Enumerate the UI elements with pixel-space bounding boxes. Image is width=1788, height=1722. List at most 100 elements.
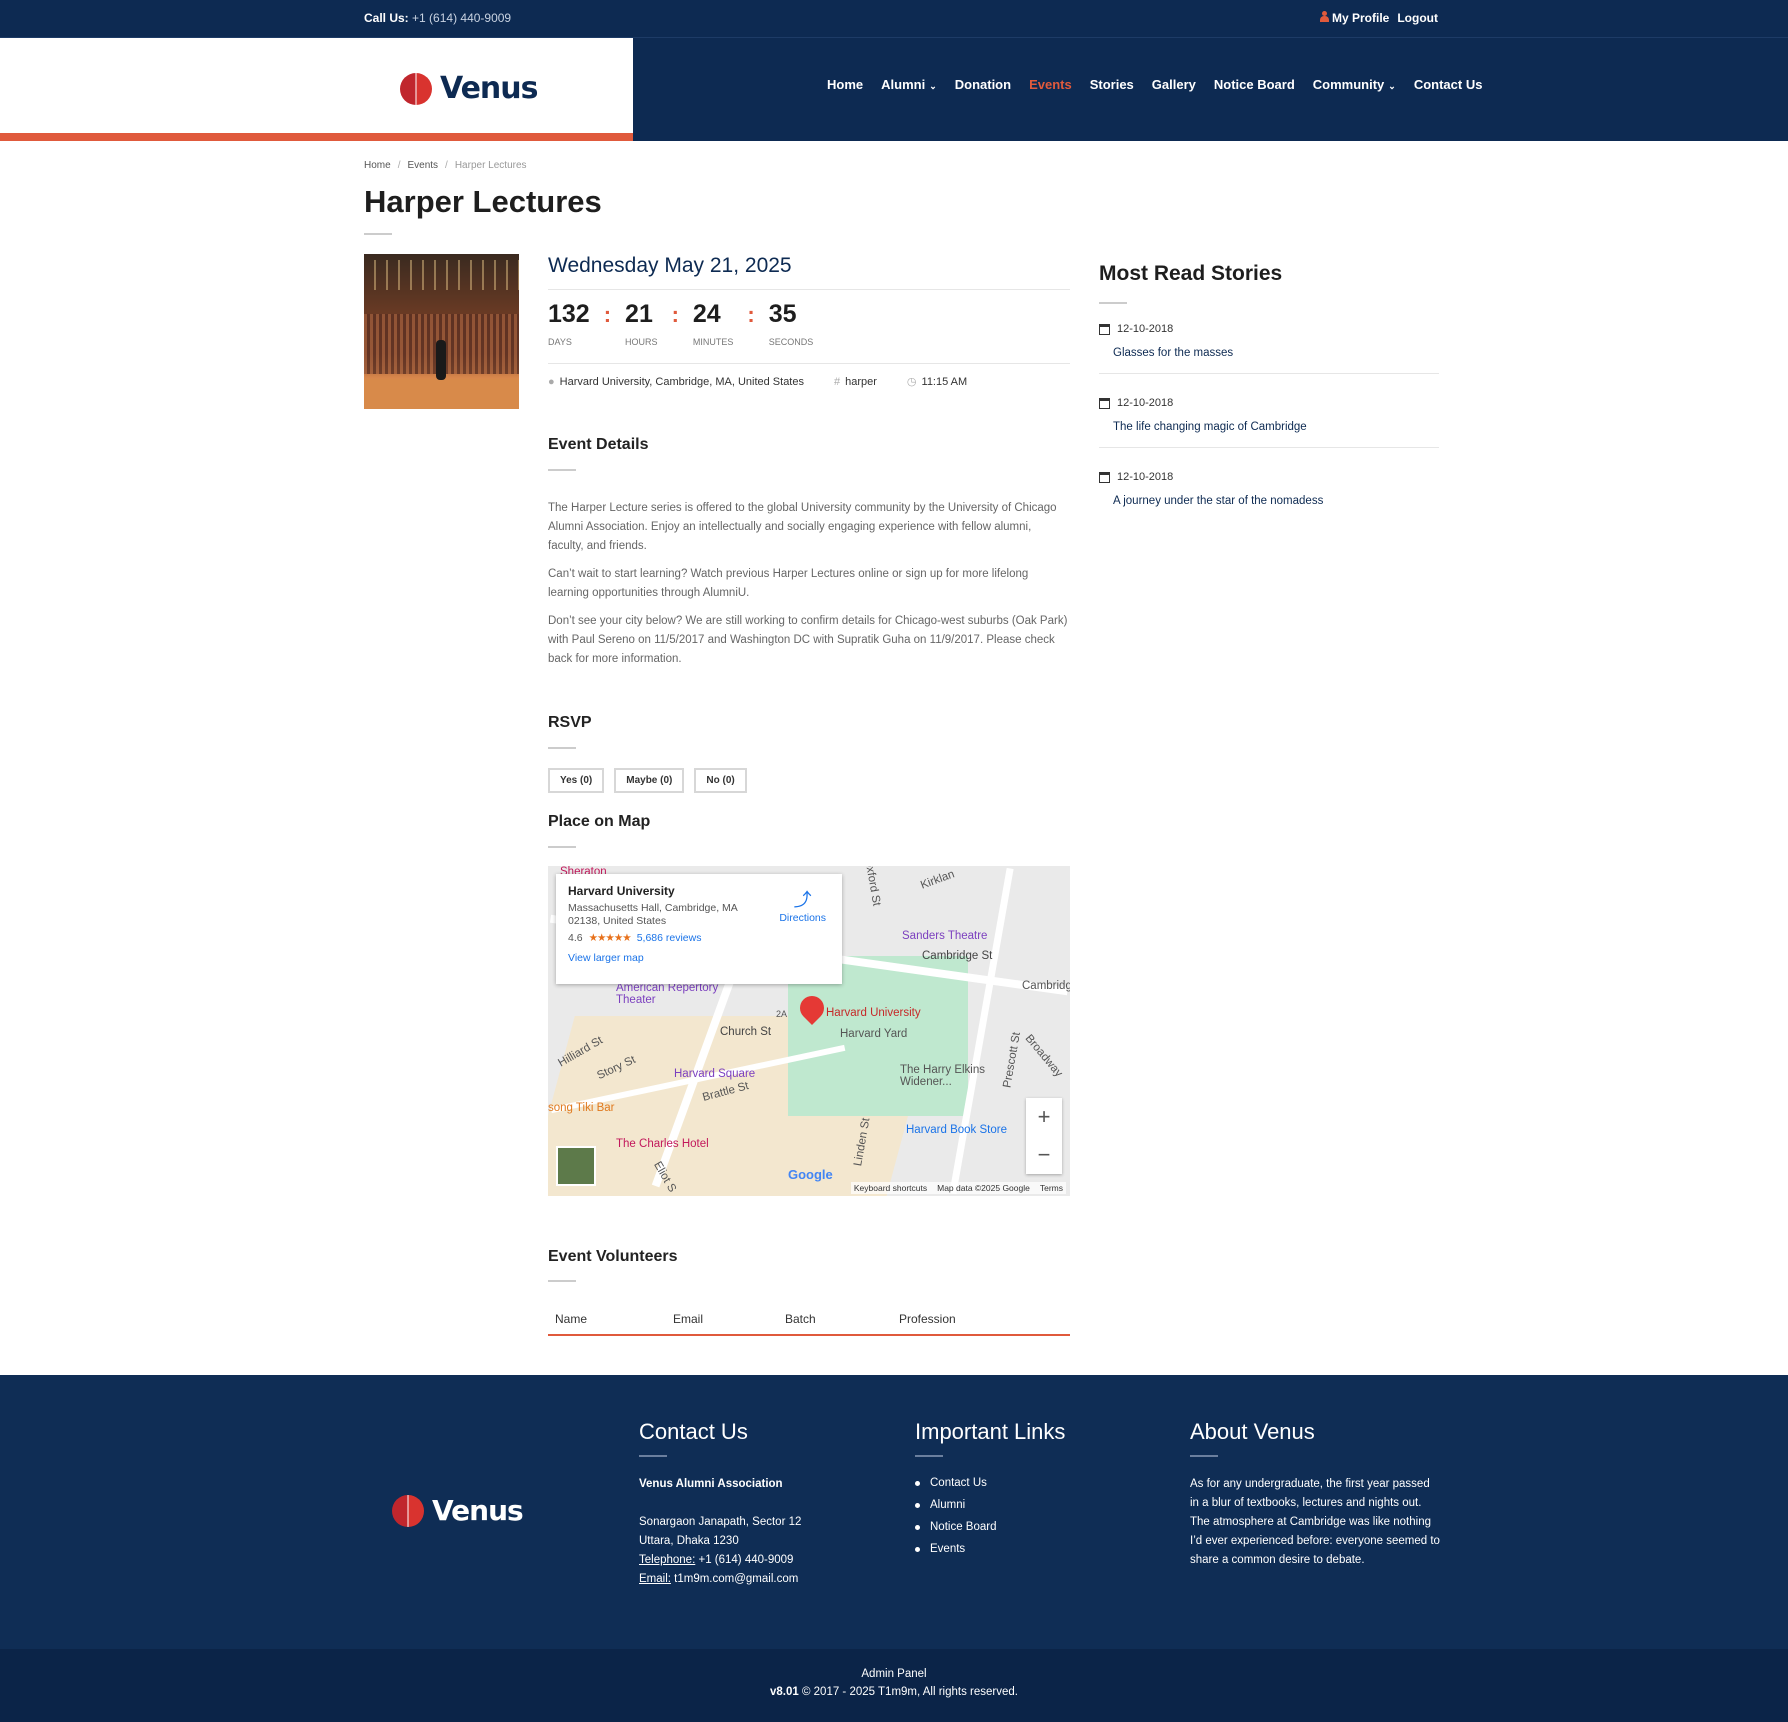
calendar-icon [1099,323,1110,335]
nav-events[interactable]: Events [1029,77,1072,92]
event-paragraph: The Harper Lecture series is offered to … [548,502,1057,552]
map-label: Broadway [1022,1032,1065,1080]
logo-area [0,38,633,141]
map-label: Kirklan [919,868,957,892]
map-label: Cambridge St [922,950,993,962]
breadcrumb-separator: / [397,160,401,171]
map-reviews-link[interactable]: 5,686 reviews [637,932,702,944]
call-us: Call Us: +1 (614) 440-9009 [364,11,511,25]
breadcrumb-current: Harper Lectures [454,160,527,171]
rsvp-maybe-button[interactable]: Maybe (0) [614,768,685,793]
nav-alumni[interactable]: Alumni ⌄ [881,77,937,92]
event-map[interactable]: Sheraton Sanders Theatre Kirklan Oxford … [548,866,1070,1196]
breadcrumb-events[interactable]: Events [407,160,438,171]
satellite-toggle[interactable] [556,1146,596,1186]
map-label[interactable]: Sanders Theatre [902,930,987,942]
map-data-text: Map data ©2025 Google [937,1183,1030,1193]
account-links: My Profile Logout [1319,11,1438,25]
map-label[interactable]: Harvard Square [674,1068,755,1080]
calendar-icon [1099,397,1110,409]
map-label[interactable]: The Harry Elkins Widener... [900,1064,1000,1088]
zoom-out-button[interactable]: − [1038,1142,1051,1168]
column-email: Email [673,1312,704,1326]
keyboard-shortcuts-link[interactable]: Keyboard shortcuts [854,1183,927,1193]
nav-contact-us[interactable]: Contact Us [1414,77,1483,92]
copyright-bar: Admin Panel v8.01 © 2017 - 2025 T1m9m, A… [0,1649,1788,1722]
map-address: Massachusetts Hall, Cambridge, MA 02138,… [568,902,738,927]
map-label[interactable]: Harvard University [826,1007,921,1019]
rsvp-buttons: Yes (0) Maybe (0) No (0) [548,768,747,793]
footer-link-events[interactable]: Events [915,1543,1065,1555]
map-rating: 4.6 ★★★★★ 5,686 reviews [568,932,702,944]
page-title: Harper Lectures [364,184,602,219]
event-tag[interactable]: # harper [834,375,877,388]
terms-link[interactable]: Terms [1040,1183,1063,1193]
logout-link[interactable]: Logout [1397,11,1438,25]
main-nav: Home Alumni ⌄ Donation Events Stories Gal… [827,77,1482,92]
map-label[interactable]: song Tiki Bar [548,1102,614,1114]
footer-link-alumni[interactable]: Alumni [915,1499,1065,1511]
footer-logo[interactable]: Venus [392,1494,524,1527]
footer-email[interactable]: t1m9m.com@gmail.com [674,1573,798,1585]
map-attribution: Keyboard shortcuts Map data ©2025 Google… [850,1182,1066,1194]
nav-community[interactable]: Community ⌄ [1313,77,1396,92]
google-logo: Google [788,1167,833,1182]
nav-home[interactable]: Home [827,77,863,92]
title-underline [364,233,392,235]
story-link[interactable]: Glasses for the masses [1113,347,1439,359]
countdown-days: 132 DAYS [548,300,590,347]
brand-logo[interactable]: Venus [400,71,538,106]
hashtag-icon: # [833,375,841,388]
footer-link-notice-board[interactable]: Notice Board [915,1521,1065,1533]
map-heading: Place on Map [548,813,651,830]
call-number[interactable]: +1 (614) 440-9009 [412,11,511,25]
my-profile-link[interactable]: My Profile [1319,11,1389,25]
breadcrumb-home[interactable]: Home [364,160,391,171]
call-label: Call Us: [364,11,409,25]
footer-link-contact[interactable]: Contact Us [915,1477,1065,1489]
footer: Venus Contact Us Venus Alumni Associatio… [0,1375,1788,1649]
footer-org: Venus Alumni Association [639,1478,783,1490]
map-label: Oxford St [862,866,883,907]
clock-icon: ◷ [906,376,917,388]
story-item: 12-10-2018 Glasses for the masses [1099,323,1439,374]
user-icon [1319,11,1329,22]
event-paragraph: Don’t see your city below? We are still … [548,615,1068,665]
volunteers-heading: Event Volunteers [548,1248,678,1265]
map-info-card: Harvard University Massachusetts Hall, C… [556,874,842,984]
map-label: Prescott St [1001,1031,1023,1089]
map-label[interactable]: Harvard Book Store [906,1124,1007,1136]
map-label: Harvard Yard [840,1028,908,1040]
admin-panel-link[interactable]: Admin Panel [0,1668,1788,1680]
view-larger-map-link[interactable]: View larger map [568,952,830,964]
map-label[interactable]: American Repertory Theater [616,982,726,1006]
story-link[interactable]: The life changing magic of Cambridge [1113,421,1439,433]
event-time: ◷ 11:15 AM [906,375,968,389]
map-label[interactable]: The Charles Hotel [616,1138,709,1150]
zoom-in-button[interactable]: + [1038,1104,1051,1130]
logo-ball-icon [400,72,432,105]
most-read-stories-heading: Most Read Stories [1099,262,1283,285]
divider [548,363,1070,364]
countdown-minutes: 24 MINUTES [692,300,734,347]
nav-stories[interactable]: Stories [1090,77,1134,92]
nav-donation[interactable]: Donation [955,77,1011,92]
main-header: Venus Home Alumni ⌄ Donation Events Stori… [0,38,1788,141]
rsvp-yes-button[interactable]: Yes (0) [548,768,605,793]
directions-button[interactable]: ⤴ Directions [779,886,826,924]
countdown-seconds: 35 SECONDS [768,300,814,347]
column-name: Name [555,1312,588,1326]
footer-phone[interactable]: +1 (614) 440-9009 [698,1554,793,1566]
footer-contact-heading: Contact Us [639,1419,748,1444]
event-location: ● Harvard University, Cambridge, MA, Unit… [548,375,804,388]
story-link[interactable]: A journey under the star of the nomadess [1113,495,1439,507]
footer-about-heading: About Venus [1190,1419,1315,1444]
footer-about: About Venus As for any undergraduate, th… [1190,1419,1440,1570]
rating-stars-icon: ★★★★★ [588,932,632,944]
event-image [364,254,519,409]
divider [548,289,1070,290]
nav-gallery[interactable]: Gallery [1152,77,1196,92]
column-batch: Batch [785,1312,816,1326]
nav-notice-board[interactable]: Notice Board [1214,77,1295,92]
rsvp-no-button[interactable]: No (0) [694,768,747,793]
